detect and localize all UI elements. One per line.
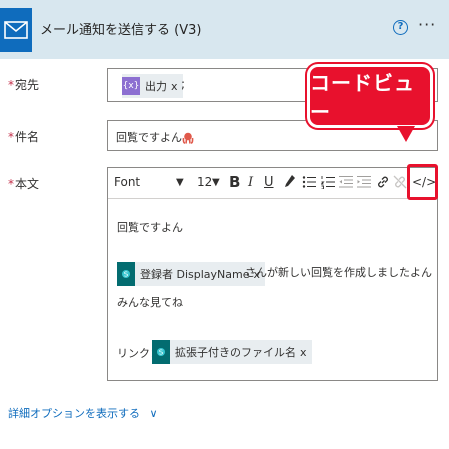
chevron-down-icon: ∨ bbox=[149, 407, 158, 420]
body-line-3: みんな見てね bbox=[117, 296, 183, 309]
output-token[interactable]: {x} 出力 x bbox=[122, 74, 183, 98]
italic-button[interactable]: I bbox=[248, 175, 253, 190]
svg-text:S: S bbox=[124, 271, 129, 279]
filename-token[interactable]: S 拡張子付きのファイル名 x bbox=[152, 340, 312, 364]
filename-token-label: 拡張子付きのファイル名 bbox=[175, 346, 296, 359]
highlight-pen-icon[interactable] bbox=[284, 174, 296, 194]
show-advanced-options-link[interactable]: 詳細オプションを表示する ∨ bbox=[8, 405, 158, 421]
bold-button[interactable]: B bbox=[229, 173, 240, 191]
svg-text:S: S bbox=[159, 349, 164, 357]
body-line-2: さんが新しい回覧を作成しましたよん bbox=[245, 266, 432, 279]
advanced-options-label: 詳細オプションを表示する bbox=[8, 407, 140, 420]
font-size-select[interactable]: 12 bbox=[197, 175, 212, 189]
variable-icon: {x} bbox=[122, 77, 140, 95]
sharepoint-icon: S bbox=[152, 340, 170, 364]
filename-token-remove[interactable]: x bbox=[300, 346, 307, 359]
to-separator: ; bbox=[181, 77, 186, 91]
subject-value: 回覧ですよん bbox=[116, 131, 182, 144]
to-label: *宛先 bbox=[8, 78, 40, 92]
sharepoint-icon: S bbox=[117, 262, 135, 286]
more-options-icon[interactable]: ··· bbox=[418, 15, 436, 34]
underline-button[interactable]: U bbox=[264, 175, 274, 190]
help-icon[interactable]: ? bbox=[393, 20, 408, 35]
increase-indent-icon[interactable] bbox=[357, 175, 371, 193]
font-size-arrow[interactable]: ▼ bbox=[212, 177, 220, 188]
font-select-arrow[interactable]: ▼ bbox=[176, 177, 184, 188]
rich-text-toolbar: Font ▼ 12 ▼ B I U </> bbox=[108, 168, 437, 199]
code-view-highlight-box bbox=[407, 164, 438, 200]
action-title: メール通知を送信する (V3) bbox=[40, 23, 202, 38]
unlink-icon[interactable] bbox=[393, 175, 407, 193]
output-token-remove[interactable]: x bbox=[171, 80, 178, 93]
callout-pointer bbox=[397, 126, 415, 142]
font-select[interactable]: Font bbox=[114, 175, 140, 189]
output-token-label: 出力 bbox=[145, 80, 167, 93]
bulleted-list-icon[interactable] bbox=[302, 175, 316, 193]
body-label: *本文 bbox=[8, 177, 40, 191]
action-card-header[interactable]: メール通知を送信する (V3) ? ··· bbox=[0, 0, 449, 59]
numbered-list-icon[interactable] bbox=[320, 175, 335, 193]
subject-label: *件名 bbox=[8, 130, 40, 144]
display-name-token[interactable]: S 登録者 DisplayName x bbox=[117, 262, 266, 286]
display-name-token-label: 登録者 DisplayName bbox=[140, 268, 250, 281]
decrease-indent-icon[interactable] bbox=[339, 175, 353, 193]
callout-text: コードビュー bbox=[310, 71, 415, 124]
code-view-callout: コードビュー bbox=[307, 64, 433, 128]
link-icon[interactable] bbox=[376, 175, 390, 193]
octopus-emoji-icon bbox=[182, 129, 194, 148]
body-line-1: 回覧ですよん bbox=[117, 221, 183, 234]
mail-icon bbox=[0, 8, 32, 52]
